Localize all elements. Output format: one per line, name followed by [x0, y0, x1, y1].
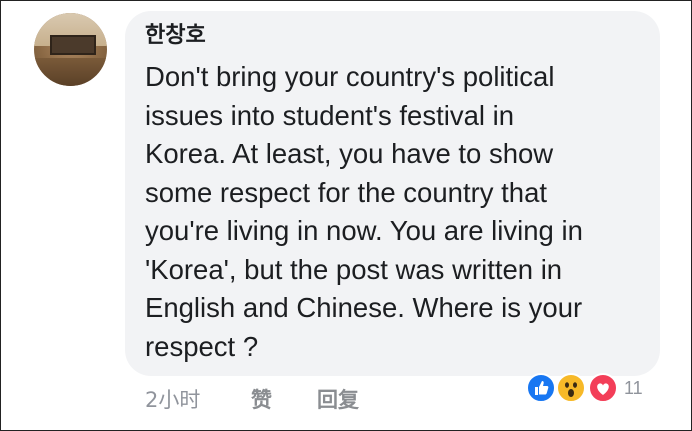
avatar[interactable]: [34, 13, 107, 86]
reply-button[interactable]: 回复: [317, 385, 359, 415]
like-button[interactable]: 赞: [251, 385, 272, 415]
avatar-board: [50, 35, 96, 55]
reaction-count: 11: [624, 378, 643, 398]
timestamp[interactable]: 2小时: [145, 385, 200, 415]
author-name[interactable]: 한창호: [145, 22, 206, 50]
reactions-summary[interactable]: 11: [526, 371, 656, 405]
comment-bubble: 한창호 Don't bring your country's political…: [125, 11, 660, 376]
avatar-stage: [34, 58, 107, 86]
love-icon: [588, 373, 618, 403]
comment-text: Don't bring your country's political iss…: [145, 61, 583, 362]
like-icon: [526, 373, 556, 403]
wow-icon: [556, 373, 586, 403]
